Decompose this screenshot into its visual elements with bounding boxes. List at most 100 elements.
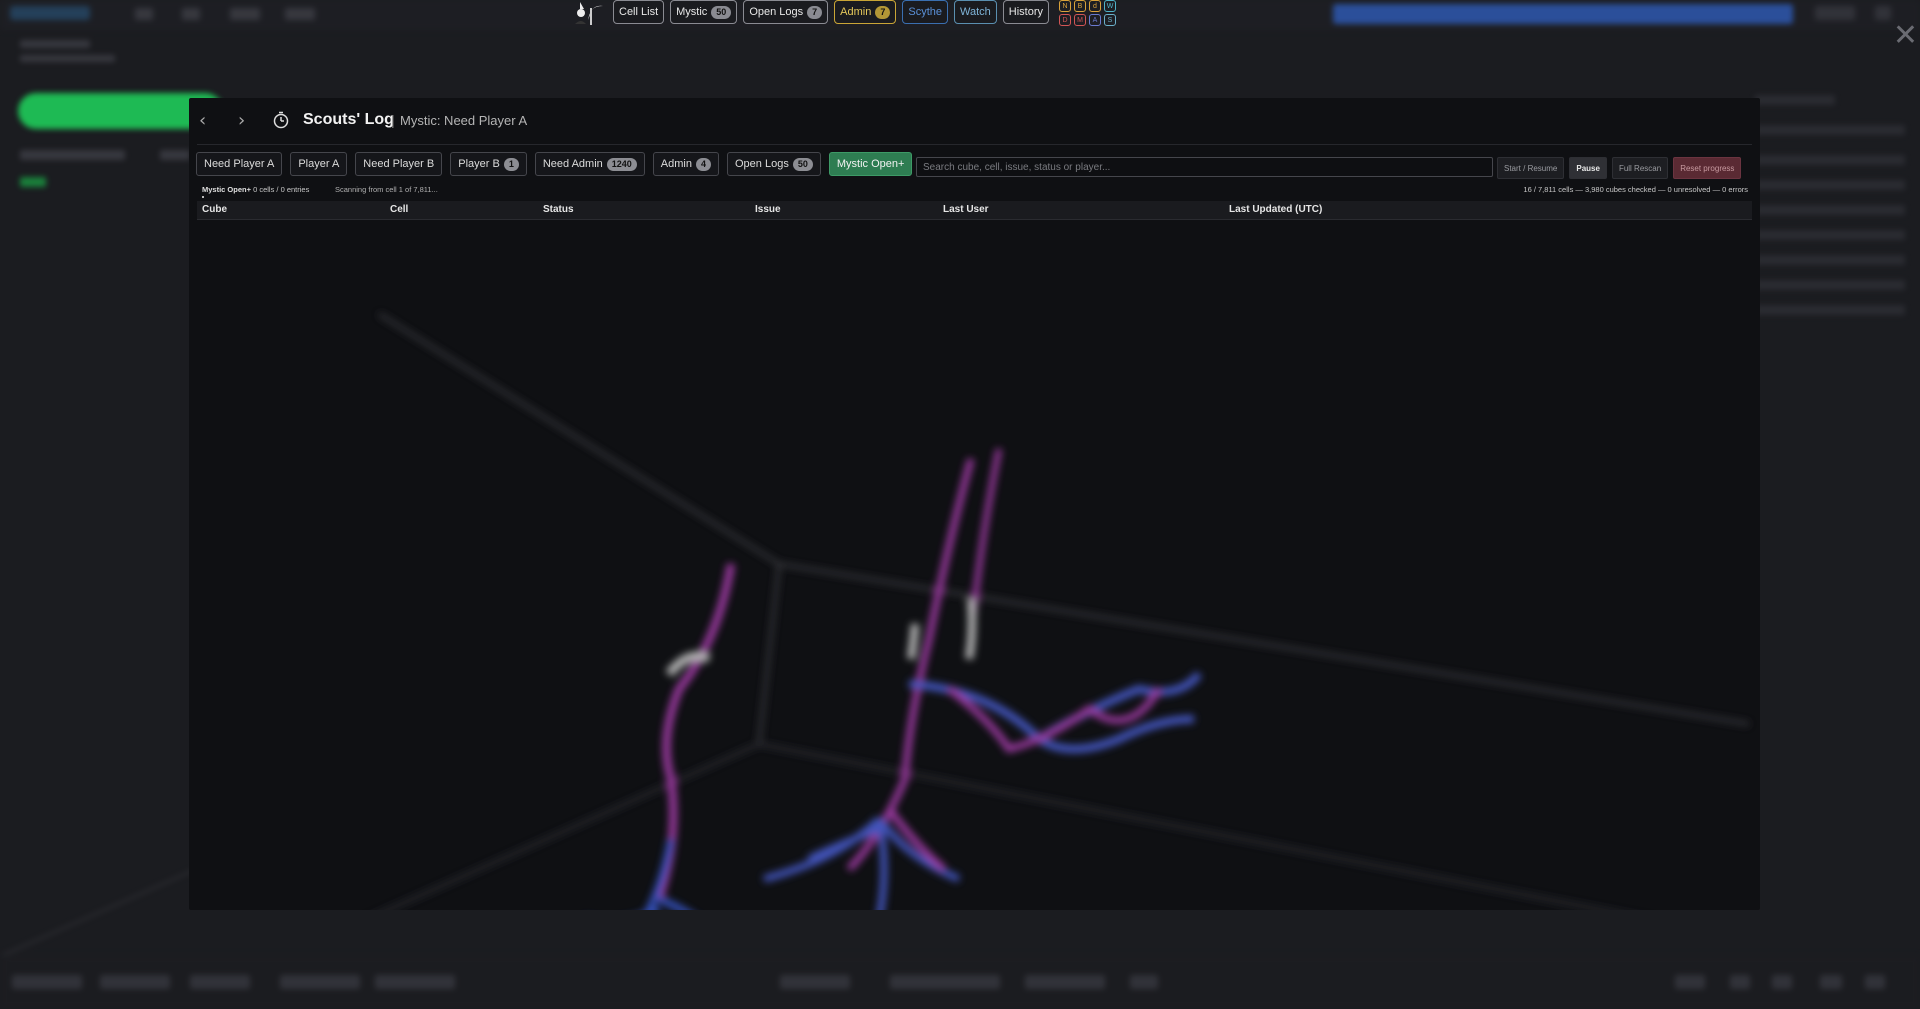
filter-label: Admin xyxy=(660,158,692,170)
status-grid: N B d W D M A S xyxy=(1059,0,1116,26)
background-menu-item xyxy=(135,8,153,20)
background-text xyxy=(20,40,90,48)
background-bottom-bar xyxy=(0,955,1920,1009)
modal-title: Scouts' Log xyxy=(303,111,394,128)
filter-count-badge: 1240 xyxy=(606,157,637,171)
title-separator: | xyxy=(391,112,395,128)
grid-cell-a[interactable]: A xyxy=(1089,14,1101,26)
filter-player-a[interactable]: Player A xyxy=(290,152,348,176)
filter-label: Player A xyxy=(298,158,340,170)
filter-admin[interactable]: Admin 4 xyxy=(652,152,719,176)
scouts-log-modal: ‹ › Scouts' Log | Mystic: Need Player A … xyxy=(189,98,1760,910)
open-logs-label: Open Logs xyxy=(749,6,804,18)
background-right-item xyxy=(1815,6,1855,20)
app-logo-icon[interactable] xyxy=(573,0,607,26)
filter-count-badge: 50 xyxy=(792,157,813,171)
filter-summary: Mystic Open+ 0 cells / 0 entries xyxy=(202,185,309,194)
filter-count-badge: 4 xyxy=(695,157,711,171)
grid-cell-n[interactable]: N xyxy=(1059,0,1071,12)
background-bottom-item xyxy=(1130,975,1158,989)
background-bottom-item xyxy=(890,975,1000,989)
filter-need-player-b[interactable]: Need Player B xyxy=(355,152,443,176)
modal-header: ‹ › Scouts' Log | Mystic: Need Player A xyxy=(189,98,1760,144)
background-text xyxy=(20,150,125,160)
watch-button[interactable]: Watch xyxy=(954,0,997,24)
background-row xyxy=(1755,230,1905,240)
full-rescan-button[interactable]: Full Rescan xyxy=(1611,157,1669,179)
admin-label: Admin xyxy=(840,6,872,18)
filter-bar: Need Player A Player A Need Player B Pla… xyxy=(196,152,913,176)
background-row xyxy=(1755,180,1905,190)
column-header-last-updated[interactable]: Last Updated (UTC) xyxy=(1229,204,1322,215)
background-row xyxy=(1755,280,1905,290)
grid-cell-d[interactable]: d xyxy=(1089,0,1101,12)
filter-summary-name: Mystic Open+ xyxy=(202,185,251,194)
back-arrow-icon[interactable]: ‹ xyxy=(199,110,206,131)
background-row xyxy=(1755,255,1905,265)
background-bottom-item xyxy=(1025,975,1105,989)
filter-mystic-open-plus[interactable]: Mystic Open+ xyxy=(828,152,913,176)
grid-cell-b[interactable]: B xyxy=(1074,0,1086,12)
filter-label: Player B xyxy=(458,158,500,170)
timer-icon xyxy=(272,111,290,129)
filter-count-badge: 1 xyxy=(503,157,519,171)
mystic-button[interactable]: Mystic 50 xyxy=(670,0,738,24)
background-right-item xyxy=(1875,6,1891,20)
filter-need-player-a[interactable]: Need Player A xyxy=(196,152,283,176)
background-right-panel xyxy=(1745,95,1920,395)
header-divider xyxy=(197,144,1752,145)
background-row xyxy=(1755,95,1835,105)
grid-cell-m[interactable]: M xyxy=(1074,14,1086,26)
background-bottom-item xyxy=(1675,975,1705,989)
scan-progress-summary: 16 / 7,811 cells — 3,980 cubes checked —… xyxy=(1523,185,1748,194)
column-header-cube[interactable]: Cube xyxy=(202,204,227,215)
grid-cell-d2[interactable]: D xyxy=(1059,14,1071,26)
neuron-3d-view xyxy=(377,312,1750,910)
mystic-count-badge: 50 xyxy=(711,5,732,19)
admin-button[interactable]: Admin 7 xyxy=(834,0,897,24)
close-icon[interactable]: ✕ xyxy=(1893,18,1918,53)
column-header-issue[interactable]: Issue xyxy=(755,204,781,215)
background-status-dot xyxy=(20,177,46,187)
background-line xyxy=(0,857,220,958)
scythe-label: Scythe xyxy=(908,6,942,18)
column-header-last-user[interactable]: Last User xyxy=(943,204,989,215)
grid-cell-s[interactable]: S xyxy=(1104,14,1116,26)
background-bottom-item xyxy=(1820,975,1842,989)
background-bottom-item xyxy=(280,975,360,989)
background-bottom-item xyxy=(375,975,455,989)
reset-progress-button[interactable]: Reset progress xyxy=(1673,157,1742,179)
background-bottom-item xyxy=(1865,975,1885,989)
background-row xyxy=(1755,305,1905,315)
background-row xyxy=(1755,155,1905,165)
filter-label: Need Player B xyxy=(363,158,435,170)
background-row xyxy=(1755,205,1905,215)
column-header-status[interactable]: Status xyxy=(543,204,574,215)
scan-progress-bar xyxy=(202,196,204,198)
background-bottom-item xyxy=(100,975,170,989)
pause-button[interactable]: Pause xyxy=(1569,157,1607,179)
forward-arrow-icon[interactable]: › xyxy=(238,110,245,131)
filter-need-admin[interactable]: Need Admin 1240 xyxy=(534,152,645,176)
cell-list-button[interactable]: Cell List xyxy=(613,0,665,24)
history-button[interactable]: History xyxy=(1002,0,1049,24)
background-menu-item xyxy=(285,8,315,20)
background-text xyxy=(160,150,190,160)
filter-label: Need Player A xyxy=(204,158,275,170)
filter-player-b[interactable]: Player B1 xyxy=(450,152,527,176)
start-resume-button[interactable]: Start / Resume xyxy=(1497,157,1565,179)
background-progress-bar xyxy=(1333,4,1793,24)
background-logo xyxy=(10,6,90,20)
top-toolbar: Cell List Mystic 50 Open Logs 7 Admin 7 Scy… xyxy=(573,0,1116,26)
scan-status-text: Scanning from cell 1 of 7,811... xyxy=(335,185,438,194)
column-header-cell[interactable]: Cell xyxy=(390,204,408,215)
scythe-button[interactable]: Scythe xyxy=(902,0,948,24)
history-label: History xyxy=(1008,6,1043,18)
background-bottom-item xyxy=(12,975,82,989)
background-bottom-item xyxy=(1772,975,1792,989)
admin-count-badge: 7 xyxy=(875,5,891,19)
filter-open-logs[interactable]: Open Logs 50 xyxy=(727,152,821,176)
search-input[interactable] xyxy=(916,157,1493,177)
grid-cell-w[interactable]: W xyxy=(1104,0,1116,12)
open-logs-button[interactable]: Open Logs 7 xyxy=(743,0,829,24)
